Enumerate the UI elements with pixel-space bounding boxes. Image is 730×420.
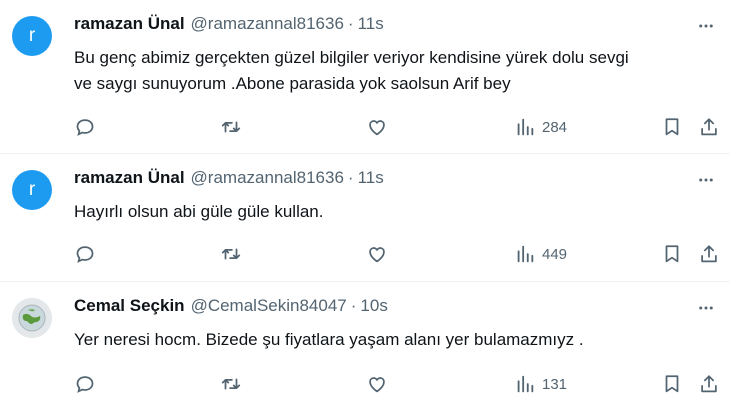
reply-icon (76, 376, 94, 393)
reply-button[interactable] (74, 242, 96, 266)
more-icon[interactable] (696, 170, 716, 190)
bookmark-icon (665, 245, 679, 263)
bookmark-icon (665, 118, 679, 136)
reply-button[interactable] (74, 115, 96, 139)
share-button[interactable] (698, 372, 720, 396)
views-button[interactable]: 284 (514, 115, 567, 139)
author-handle[interactable]: @ramazannal81636 (191, 168, 344, 188)
retweet-icon (221, 378, 241, 390)
author-name[interactable]: ramazan Ünal (74, 14, 185, 34)
like-icon (369, 120, 385, 136)
like-button[interactable] (366, 115, 388, 139)
tweet-header: ramazan Ünal @ramazannal81636 · 11s (74, 168, 680, 188)
retweet-icon (221, 121, 241, 133)
more-icon[interactable] (696, 16, 716, 36)
like-button[interactable] (366, 242, 388, 266)
like-icon (369, 247, 385, 263)
views-icon (517, 375, 534, 393)
author-handle[interactable]: @CemalSekin84047 (191, 296, 347, 316)
share-button[interactable] (698, 242, 720, 266)
tweet-actions: 284 (74, 115, 730, 139)
separator: · (347, 14, 354, 33)
bookmark-icon (665, 375, 679, 393)
bookmark-button[interactable] (661, 242, 683, 266)
tweet-text-line: Hayırlı olsun abi güle güle kullan. (74, 202, 324, 221)
timestamp[interactable]: 10s (360, 296, 387, 316)
separator: · (350, 296, 357, 315)
tweet-actions: 449 (74, 242, 730, 266)
share-icon (701, 245, 717, 263)
share-icon (701, 375, 717, 393)
tweet-text-line: Yer neresi hocm. Bizede şu fiyatlara yaş… (74, 330, 584, 349)
views-button[interactable]: 131 (514, 372, 567, 396)
avatar[interactable]: r (12, 16, 52, 56)
globe-avatar-icon (12, 298, 52, 338)
more-icon[interactable] (696, 298, 716, 318)
bookmark-button[interactable] (661, 372, 683, 396)
views-icon (517, 118, 534, 136)
tweet-text: Bu genç abimiz gerçekten güzel bilgiler … (74, 45, 710, 97)
reply-icon (76, 246, 94, 263)
views-count: 449 (542, 245, 568, 263)
author-name[interactable]: ramazan Ünal (74, 168, 185, 188)
tweet-header: ramazan Ünal @ramazannal81636 · 11s (74, 14, 680, 34)
timestamp[interactable]: 11s (358, 168, 384, 188)
tweet-text-line: Bu genç abimiz gerçekten güzel bilgiler … (74, 48, 629, 67)
views-count: 131 (542, 375, 568, 393)
like-button[interactable] (366, 372, 388, 396)
avatar[interactable] (12, 298, 52, 338)
reply-button[interactable] (74, 372, 96, 396)
views-count: 284 (542, 118, 568, 136)
tweet[interactable]: Cemal Seçkin @CemalSekin84047 · 10s Yer … (0, 282, 730, 420)
tweet-text: Yer neresi hocm. Bizede şu fiyatlara yaş… (74, 327, 710, 353)
retweet-button[interactable] (220, 242, 242, 266)
share-button[interactable] (698, 115, 720, 139)
reply-icon (76, 119, 94, 136)
views-button[interactable]: 449 (514, 242, 567, 266)
like-icon (369, 377, 385, 393)
avatar[interactable]: r (12, 170, 52, 210)
tweet[interactable]: r ramazan Ünal @ramazannal81636 · 11s Ha… (0, 154, 730, 282)
author-name[interactable]: Cemal Seçkin (74, 296, 185, 316)
tweet[interactable]: r ramazan Ünal @ramazannal81636 · 11s Bu… (0, 0, 730, 154)
share-icon (701, 118, 717, 136)
bookmark-button[interactable] (661, 115, 683, 139)
retweet-button[interactable] (220, 115, 242, 139)
retweet-icon (221, 248, 241, 260)
tweet-header: Cemal Seçkin @CemalSekin84047 · 10s (74, 296, 680, 316)
tweet-text: Hayırlı olsun abi güle güle kullan. (74, 199, 710, 225)
author-handle[interactable]: @ramazannal81636 (191, 14, 344, 34)
views-icon (517, 245, 534, 263)
tweet-text-line: ve saygı sunuyorum .Abone parasida yok s… (74, 74, 511, 93)
timestamp[interactable]: 11s (358, 14, 384, 34)
tweet-actions: 131 (74, 372, 730, 396)
separator: · (347, 168, 354, 187)
retweet-button[interactable] (220, 372, 242, 396)
